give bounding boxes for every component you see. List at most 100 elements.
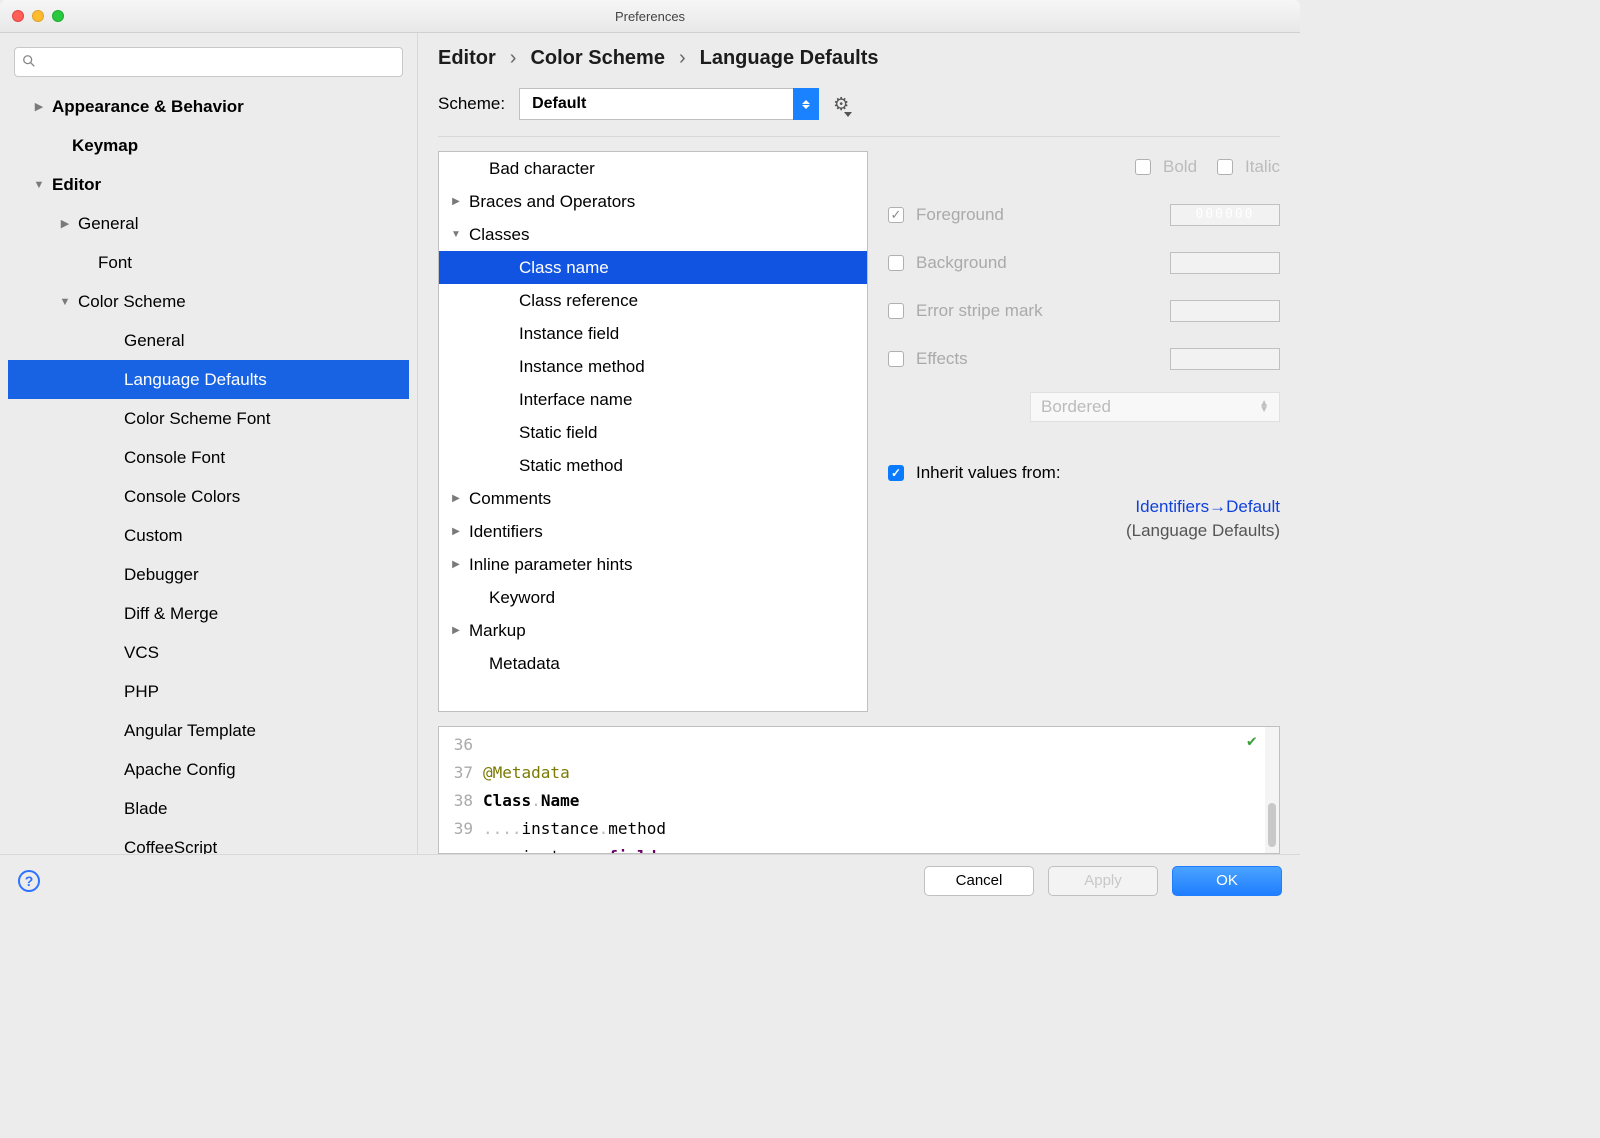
tree-item[interactable]: Class reference [439, 284, 867, 317]
sidebar-item[interactable]: Blade [8, 789, 409, 828]
sidebar-item[interactable]: Console Font [8, 438, 409, 477]
help-icon[interactable]: ? [18, 870, 40, 892]
tree-item-label: Keyword [489, 588, 555, 608]
effects-label: Effects [916, 349, 968, 369]
tree-item-label: Braces and Operators [469, 192, 635, 212]
preferences-window: Preferences ▶Appearance & BehaviorKeymap… [0, 0, 1300, 906]
sidebar-item-label: Editor [52, 175, 101, 195]
sidebar-item[interactable]: Diff & Merge [8, 594, 409, 633]
tree-item[interactable]: Static field [439, 416, 867, 449]
search-input[interactable] [14, 47, 403, 77]
effects-swatch[interactable] [1170, 348, 1280, 370]
sidebar-item[interactable]: CoffeeScript [8, 828, 409, 854]
sidebar-item[interactable]: PHP [8, 672, 409, 711]
tree-item-label: Classes [469, 225, 529, 245]
tree-item[interactable]: Class name [439, 251, 867, 284]
sidebar-item[interactable]: Language Defaults [8, 360, 409, 399]
tree-item[interactable]: Static method [439, 449, 867, 482]
chevron-right-icon: ▶ [449, 559, 463, 570]
sidebar: ▶Appearance & BehaviorKeymap▼Editor▶Gene… [0, 33, 418, 854]
chevron-right-icon: ▶ [449, 526, 463, 537]
tree-item[interactable]: ▼Classes [439, 218, 867, 251]
updown-icon: ▲▼ [1259, 401, 1269, 413]
sidebar-item-label: General [124, 331, 184, 351]
tree-item-label: Interface name [519, 390, 632, 410]
chevron-right-icon: ▶ [58, 217, 72, 230]
sidebar-item[interactable]: ▶General [8, 204, 409, 243]
foreground-swatch[interactable]: 000000 [1170, 204, 1280, 226]
tree-item-label: Static method [519, 456, 623, 476]
sidebar-item[interactable]: VCS [8, 633, 409, 672]
tree-item[interactable]: Instance field [439, 317, 867, 350]
sidebar-item-label: Custom [124, 526, 183, 546]
chevron-right-icon: ▶ [449, 625, 463, 636]
sidebar-item-label: Apache Config [124, 760, 236, 780]
content-panel: Editor › Color Scheme › Language Default… [418, 33, 1300, 854]
tree-item[interactable]: Bad character [439, 152, 867, 185]
sidebar-item-label: Console Font [124, 448, 225, 468]
sidebar-item[interactable]: Apache Config [8, 750, 409, 789]
tree-item[interactable]: Interface name [439, 383, 867, 416]
tree-item[interactable]: Keyword [439, 581, 867, 614]
tree-item-label: Identifiers [469, 522, 543, 542]
tree-item-label: Bad character [489, 159, 595, 179]
sidebar-item[interactable]: Font [8, 243, 409, 282]
tree-item[interactable]: ▶ Markup [439, 614, 867, 647]
background-swatch[interactable] [1170, 252, 1280, 274]
sidebar-item[interactable]: ▼Color Scheme [8, 282, 409, 321]
effects-type-selector: Bordered ▲▼ [1030, 392, 1280, 422]
tree-item-label: Metadata [489, 654, 560, 674]
breadcrumb-item[interactable]: Editor [438, 47, 496, 70]
effects-checkbox[interactable] [888, 351, 904, 367]
sidebar-item[interactable]: General [8, 321, 409, 360]
cancel-button[interactable]: Cancel [924, 866, 1034, 896]
sidebar-item[interactable]: Angular Template [8, 711, 409, 750]
tree-item[interactable]: ▶Inline parameter hints [439, 548, 867, 581]
inherit-sublabel: (Language Defaults) [888, 521, 1280, 541]
gear-icon[interactable]: ⚙ [833, 94, 849, 115]
dialog-footer: ? Cancel Apply OK [0, 854, 1300, 906]
preview-scrollbar[interactable] [1265, 727, 1279, 853]
inherit-link[interactable]: Identifiers→Default [888, 497, 1280, 517]
sidebar-item-label: VCS [124, 643, 159, 663]
sidebar-item-label: Appearance & Behavior [52, 97, 244, 117]
chevron-right-icon: ▶ [449, 493, 463, 504]
errorstripe-swatch[interactable] [1170, 300, 1280, 322]
sidebar-item-label: Color Scheme [78, 292, 186, 312]
tree-item[interactable]: Instance method [439, 350, 867, 383]
scheme-selector[interactable] [519, 88, 819, 120]
tree-item-label: Markup [469, 621, 526, 641]
inherit-checkbox[interactable]: Inherit values from: [888, 463, 1280, 483]
chevron-down-icon: ▼ [32, 179, 46, 191]
sidebar-item[interactable]: Keymap [8, 126, 409, 165]
sidebar-item[interactable]: Custom [8, 516, 409, 555]
scheme-dropdown-icon[interactable] [793, 88, 819, 120]
breadcrumb-item[interactable]: Color Scheme [530, 47, 664, 70]
bold-checkbox[interactable]: Bold [1135, 157, 1197, 177]
tree-item-label: Static field [519, 423, 597, 443]
italic-checkbox[interactable]: Italic [1217, 157, 1280, 177]
sidebar-item[interactable]: ▶Appearance & Behavior [8, 87, 409, 126]
tree-item-label: Class name [519, 258, 609, 278]
tree-item[interactable]: ▶ Identifiers [439, 515, 867, 548]
background-checkbox[interactable] [888, 255, 904, 271]
attribute-tree[interactable]: Bad character▶Braces and Operators▼Class… [438, 151, 868, 712]
sidebar-item[interactable]: Console Colors [8, 477, 409, 516]
sidebar-item[interactable]: ▼ Editor [8, 165, 409, 204]
sidebar-item-label: Blade [124, 799, 167, 819]
errorstripe-checkbox[interactable] [888, 303, 904, 319]
ok-button[interactable]: OK [1172, 866, 1282, 896]
foreground-checkbox[interactable] [888, 207, 904, 223]
code-preview: 36 37 38 39 @Metadata Class.Name ....ins… [438, 726, 1280, 854]
tree-item[interactable]: Metadata [439, 647, 867, 680]
tree-item[interactable]: ▶Braces and Operators [439, 185, 867, 218]
scheme-value[interactable] [519, 88, 819, 120]
tree-item[interactable]: ▶Comments [439, 482, 867, 515]
chevron-right-icon: › [679, 47, 686, 70]
tree-item-label: Class reference [519, 291, 638, 311]
sidebar-item[interactable]: Debugger [8, 555, 409, 594]
sidebar-item-label: Console Colors [124, 487, 240, 507]
chevron-right-icon: › [510, 47, 517, 70]
titlebar: Preferences [0, 0, 1300, 33]
sidebar-item[interactable]: Color Scheme Font [8, 399, 409, 438]
